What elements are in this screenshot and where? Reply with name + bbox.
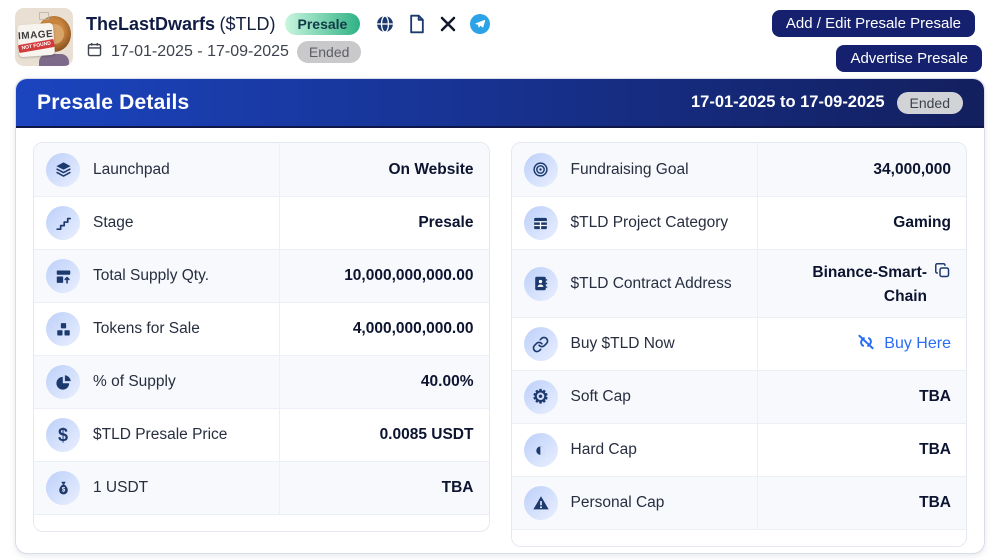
right-info-table: Fundraising Goal 34,000,000 $TLD Project — [511, 142, 968, 547]
row-value: TBA — [919, 388, 951, 406]
broken-image-icon — [39, 12, 49, 20]
row-label: $TLD Contract Address — [571, 275, 732, 293]
row-value: 34,000,000 — [873, 161, 951, 179]
presale-date-range: 17-01-2025 - 17-09-2025 — [111, 43, 289, 61]
calendar-icon — [86, 41, 103, 63]
document-icon[interactable] — [408, 14, 426, 34]
project-logo: IMAGE NOT FOUND — [15, 8, 73, 66]
table-row: ⚙ Soft Cap TBA — [512, 370, 967, 423]
row-label: Personal Cap — [571, 494, 665, 512]
pie-chart-icon — [46, 365, 80, 399]
ended-badge: Ended — [297, 41, 361, 63]
x-twitter-icon[interactable] — [439, 15, 457, 33]
warning-icon — [524, 486, 558, 520]
table-row: Fundraising Goal 34,000,000 — [512, 143, 967, 196]
gear-icon: ⚙ — [524, 380, 558, 414]
page-header: IMAGE NOT FOUND TheLastDwarfs ($TLD) Pre… — [0, 0, 1001, 66]
table-footer — [34, 514, 489, 531]
row-value: TBA — [442, 479, 474, 497]
advertise-presale-button[interactable]: Advertise Presale — [836, 45, 982, 72]
table-footer — [512, 529, 967, 546]
row-value: TBA — [919, 494, 951, 512]
target-icon — [524, 153, 558, 187]
table-row: Stage Presale — [34, 196, 489, 249]
add-edit-presale-button[interactable]: Add / Edit Presale Presale — [772, 10, 975, 37]
grid-icon — [524, 206, 558, 240]
row-value: 10,000,000,000.00 — [344, 267, 473, 285]
row-value: On Website — [389, 161, 474, 179]
table-row: Launchpad On Website — [34, 143, 489, 196]
address-book-icon — [524, 267, 558, 301]
buy-here-link[interactable]: Buy Here — [856, 332, 951, 357]
dollar-icon: $ — [46, 418, 80, 452]
row-value: 0.0085 USDT — [380, 426, 474, 444]
telegram-icon[interactable] — [470, 14, 490, 34]
row-value: Presale — [418, 214, 473, 232]
layers-icon — [46, 153, 80, 187]
table-row: $TLD Contract Address Binance-Smart-Chai… — [512, 249, 967, 317]
page-title: TheLastDwarfs ($TLD) — [86, 14, 276, 35]
row-label: Buy $TLD Now — [571, 335, 675, 353]
table-row: Total Supply Qty. 10,000,000,000.00 — [34, 249, 489, 302]
row-value: Gaming — [893, 214, 951, 232]
table-row: Personal Cap TBA — [512, 476, 967, 529]
table-row: $TLD Project Category Gaming — [512, 196, 967, 249]
row-label: Hard Cap — [571, 441, 637, 459]
link-icon — [524, 327, 558, 361]
table-row: Tokens for Sale 4,000,000,000.00 — [34, 302, 489, 355]
banner-date-range: 17-01-2025 to 17-09-2025 — [691, 93, 885, 112]
stairs-icon — [46, 206, 80, 240]
buy-here-label: Buy Here — [884, 335, 951, 353]
row-value: 4,000,000,000.00 — [353, 320, 474, 338]
table-row: % of Supply 40.00% — [34, 355, 489, 408]
panel-title: Presale Details — [37, 91, 189, 115]
link-slash-icon — [856, 332, 876, 357]
copy-icon[interactable] — [934, 262, 951, 279]
presale-details-card: Presale Details 17-01-2025 to 17-09-2025… — [15, 78, 985, 554]
row-label: Fundraising Goal — [571, 161, 689, 179]
table-row: $ $TLD Presale Price 0.0085 USDT — [34, 408, 489, 461]
row-label: $TLD Project Category — [571, 214, 729, 232]
image-not-found-placeholder: IMAGE NOT FOUND — [17, 23, 55, 57]
presale-details-banner: Presale Details 17-01-2025 to 17-09-2025… — [16, 79, 984, 128]
table-row: $ 1 USDT TBA — [34, 461, 489, 514]
row-label: Soft Cap — [571, 388, 631, 406]
presale-status-badge: Presale — [285, 13, 361, 35]
row-label: $TLD Presale Price — [93, 426, 227, 444]
row-label: Launchpad — [93, 161, 170, 179]
money-bag-icon: $ — [46, 471, 80, 505]
row-label: Stage — [93, 214, 134, 232]
contract-chain-value: Binance-Smart-Chain — [799, 261, 927, 309]
row-value: TBA — [919, 441, 951, 459]
table-row: Buy $TLD Now Buy Here — [512, 317, 967, 370]
row-label: Tokens for Sale — [93, 320, 200, 338]
row-label: % of Supply — [93, 373, 176, 391]
row-value: 40.00% — [421, 373, 474, 391]
globe-icon[interactable] — [375, 14, 395, 34]
row-label: 1 USDT — [93, 479, 148, 497]
banner-ended-badge: Ended — [897, 92, 963, 114]
table-row: ◐ Hard Cap TBA — [512, 423, 967, 476]
left-info-table: Launchpad On Website Stage Presale — [33, 142, 490, 532]
boxes-icon — [46, 312, 80, 346]
warehouse-icon — [46, 259, 80, 293]
row-label: Total Supply Qty. — [93, 267, 209, 285]
contrast-icon: ◐ — [524, 433, 558, 467]
